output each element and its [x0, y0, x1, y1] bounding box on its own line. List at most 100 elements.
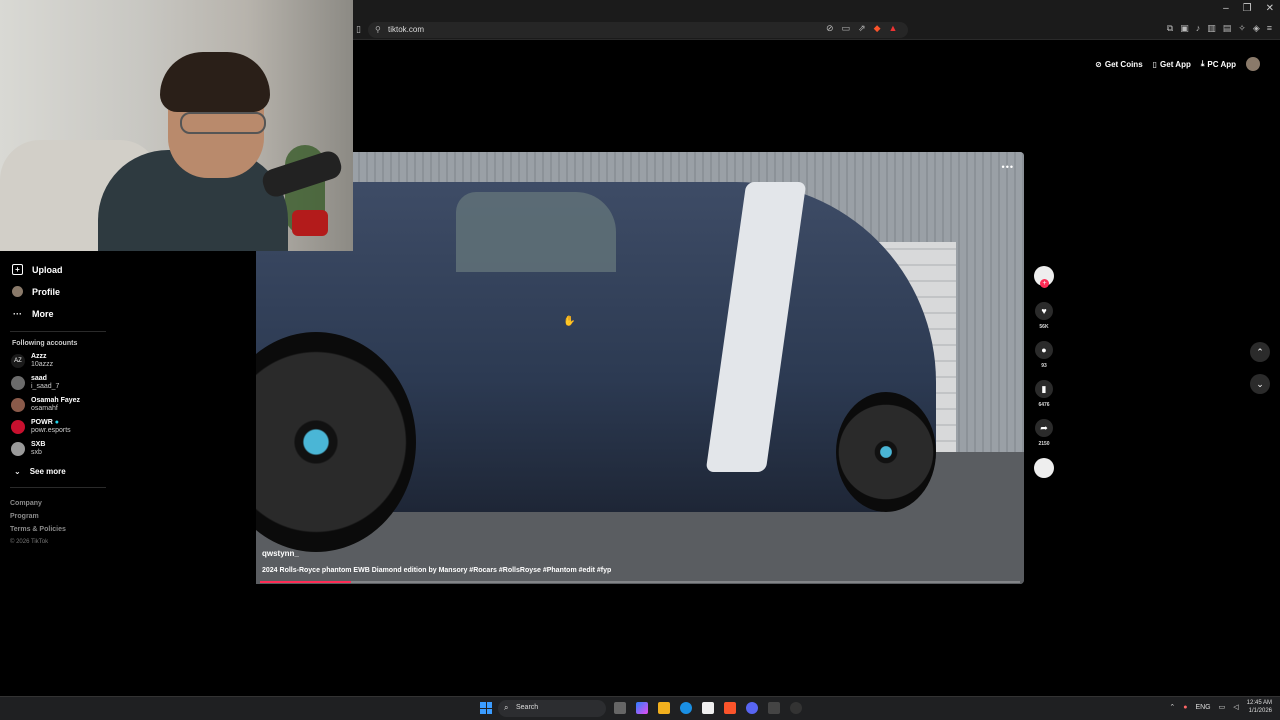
account-avatar — [11, 398, 25, 412]
verified-badge-icon: ● — [54, 419, 59, 426]
share-icon[interactable]: ⇗ — [858, 23, 866, 34]
account-handle: 10azzz — [31, 361, 54, 368]
task-view-icon[interactable] — [614, 702, 626, 714]
clock[interactable]: 12:45 AM 1/1/2026 — [1247, 699, 1272, 715]
following-account[interactable]: AZ Azzz 10azzz — [11, 353, 53, 369]
bookmark-icon[interactable]: ▯ — [356, 24, 361, 35]
brave-icon[interactable] — [724, 702, 736, 714]
microphone-icon[interactable]: ● — [1183, 704, 1187, 711]
footer-link-program[interactable]: Program — [10, 513, 39, 520]
music-icon[interactable]: ♪ — [1196, 23, 1201, 34]
volume-icon[interactable]: ◁ — [1233, 703, 1238, 711]
share-button[interactable]: ➦ 2150 — [1032, 419, 1056, 447]
menu-icon[interactable]: ≡ — [1267, 23, 1272, 34]
xbox-icon[interactable] — [768, 702, 780, 714]
vpn-icon[interactable]: ◈ — [1253, 23, 1260, 34]
search-placeholder: Search — [516, 704, 539, 711]
maximize-button[interactable]: ❐ — [1243, 3, 1252, 14]
like-button[interactable]: ♥ 56K — [1032, 302, 1056, 330]
copilot-icon[interactable] — [636, 702, 648, 714]
edge-icon[interactable] — [680, 702, 692, 714]
get-coins-label: Get Coins — [1104, 59, 1143, 69]
system-tray: ⌃ ● ENG ▭ ◁ 12:45 AM 1/1/2026 — [1169, 699, 1272, 715]
comment-icon: ● — [1035, 341, 1053, 359]
window-controls: – ❐ ✕ — [1223, 3, 1274, 14]
sidebar-item-profile[interactable]: Profile — [12, 286, 60, 297]
account-handle: osamahf — [31, 405, 58, 412]
ellipsis-icon: ··· — [13, 308, 22, 319]
video-menu-button[interactable]: ••• — [1002, 162, 1014, 172]
tab-icon[interactable]: ▣ — [1180, 23, 1189, 34]
music-disc-button[interactable] — [1032, 458, 1056, 478]
search-icon: ⌕ — [504, 703, 509, 712]
video-author[interactable]: qwstynn_ — [262, 549, 299, 558]
sidebar-icon[interactable]: ▥ — [1207, 23, 1216, 34]
file-explorer-icon[interactable] — [658, 702, 670, 714]
extensions-icon[interactable]: ⧉ — [1167, 23, 1173, 34]
mute-icon[interactable]: ⊘ — [826, 23, 834, 34]
close-button[interactable]: ✕ — [1266, 3, 1274, 14]
language-indicator[interactable]: ENG — [1195, 704, 1210, 711]
see-more-button[interactable]: ⌄ See more — [14, 467, 66, 476]
account-avatar — [11, 420, 25, 434]
following-title: Following accounts — [12, 340, 78, 347]
get-app-button[interactable]: ▯ Get App — [1153, 60, 1191, 69]
webcam-person-glasses — [180, 112, 266, 134]
share-count: 2150 — [1038, 441, 1050, 447]
following-account[interactable]: POWR ● powr.esports — [11, 419, 71, 435]
footer-link-terms[interactable]: Terms & Policies — [10, 526, 66, 533]
video-caption: 2024 Rolls-Royce phantom EWB Diamond edi… — [262, 567, 612, 574]
video-progress-fill — [260, 581, 352, 583]
chevron-up-icon[interactable]: ⌃ — [1169, 703, 1175, 711]
chevron-down-icon: ⌄ — [1256, 378, 1264, 389]
video-player[interactable]: ••• qwstynn_ 2024 Rolls-Royce phantom EW… — [256, 152, 1024, 584]
account-name: Azzz — [31, 353, 47, 360]
shield-icon[interactable]: ◆ — [874, 23, 881, 34]
save-count: 6476 — [1038, 402, 1050, 408]
sidebar-item-more[interactable]: ··· More — [12, 308, 54, 319]
previous-video-button[interactable]: ⌃ — [1250, 342, 1270, 362]
like-count: 56K — [1039, 324, 1049, 330]
comment-button[interactable]: ● 93 — [1032, 341, 1056, 369]
taskbar-search[interactable]: ⌕ Search — [498, 700, 606, 717]
video-progress-bar[interactable] — [260, 581, 1020, 583]
following-account[interactable]: saad i_saad_7 — [11, 375, 59, 391]
follow-plus-icon[interactable]: + — [1040, 279, 1049, 288]
footer-link-company[interactable]: Company — [10, 500, 42, 507]
account-name: Osamah Fayez — [31, 397, 81, 404]
pc-app-button[interactable]: ⤓ PC App — [1201, 59, 1236, 69]
user-avatar[interactable] — [1246, 57, 1260, 71]
webcam-person-hair — [160, 52, 270, 112]
minimize-button[interactable]: – — [1223, 3, 1229, 14]
puzzle-icon[interactable]: ✧ — [1238, 23, 1246, 34]
following-account[interactable]: Osamah Fayez osamahf — [11, 397, 80, 413]
start-button[interactable] — [480, 702, 492, 714]
discord-icon[interactable] — [746, 702, 758, 714]
top-actions: ⊘ Get Coins ▯ Get App ⤓ PC App — [1095, 57, 1260, 71]
site-info-icon[interactable]: ⚲ — [375, 25, 381, 34]
store-icon[interactable] — [702, 702, 714, 714]
save-button[interactable]: ▮ 6476 — [1032, 380, 1056, 408]
account-name: saad — [31, 375, 47, 382]
video-rear-wheel — [836, 392, 936, 512]
music-disc-icon — [1034, 458, 1054, 478]
rewards-icon[interactable]: ▲ — [889, 23, 898, 34]
creator-avatar-button[interactable]: + — [1032, 266, 1056, 288]
account-handle: sxb — [31, 449, 42, 456]
sidebar: + Upload Profile ··· More Following acco… — [0, 251, 256, 691]
account-name: POWR — [31, 419, 53, 426]
get-coins-button[interactable]: ⊘ Get Coins — [1095, 60, 1142, 69]
address-url: tiktok.com — [388, 25, 425, 34]
cast-icon[interactable]: ▭ — [842, 23, 851, 34]
network-icon[interactable]: ▭ — [1219, 703, 1226, 711]
following-account[interactable]: SXB sxb — [11, 441, 45, 457]
wallet-icon[interactable]: ▤ — [1223, 23, 1232, 34]
copyright: © 2026 TikTok — [10, 539, 49, 545]
account-handle: i_saad_7 — [31, 383, 60, 390]
coin-icon: ⊘ — [1095, 59, 1102, 69]
mouse-cursor-icon: ✋ — [563, 316, 576, 327]
divider — [10, 331, 106, 332]
obs-icon[interactable] — [790, 702, 802, 714]
next-video-button[interactable]: ⌄ — [1250, 374, 1270, 394]
sidebar-item-upload[interactable]: + Upload — [12, 264, 63, 275]
